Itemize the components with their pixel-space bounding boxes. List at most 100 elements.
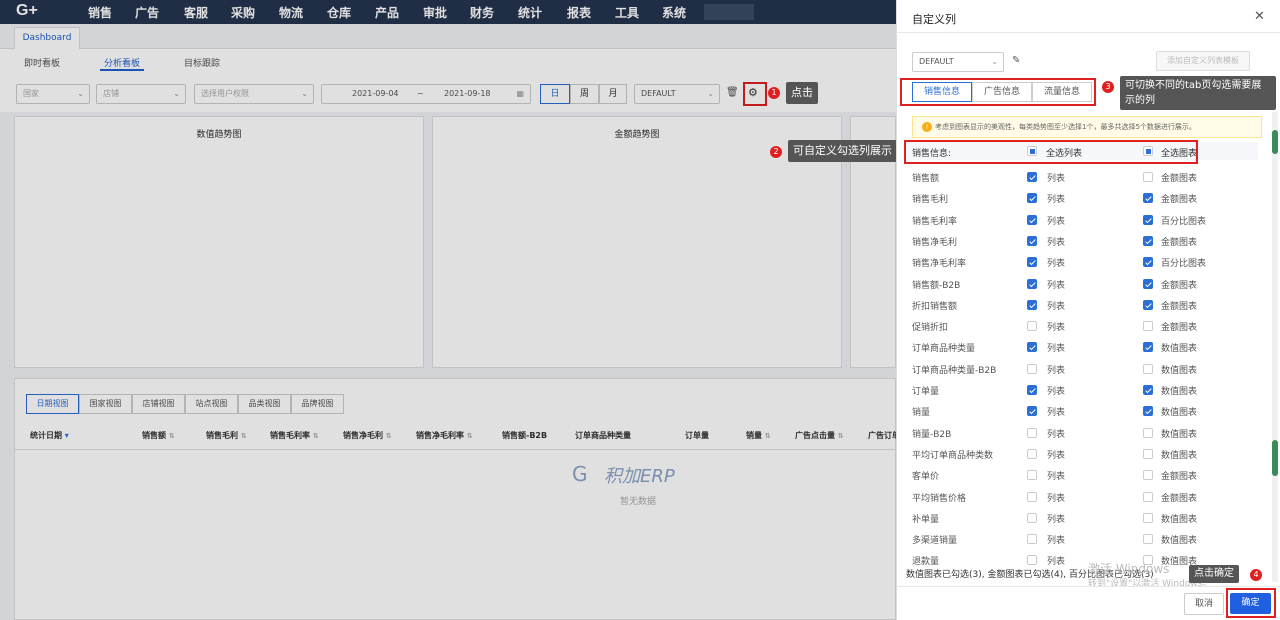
chart-checkbox[interactable] (1143, 491, 1153, 502)
list-label: 列表 (1047, 216, 1066, 227)
cancel-button[interactable]: 取消 (1184, 593, 1224, 615)
drawer-title: 自定义列 (912, 13, 956, 26)
chart-label: 金额图表 (1161, 472, 1198, 483)
list-label: 列表 (1047, 408, 1066, 419)
chart-label: 数值图表 (1161, 387, 1198, 397)
list-checkbox[interactable] (1027, 172, 1037, 182)
chart-checkbox[interactable] (1143, 193, 1153, 204)
list-checkbox[interactable] (1027, 363, 1037, 374)
scrollbar-track[interactable] (1272, 112, 1278, 582)
step-1-badge: 1 (768, 87, 780, 99)
chart-checkbox[interactable] (1143, 406, 1153, 417)
drawer-divider (896, 32, 1280, 33)
chart-checkbox[interactable] (1143, 321, 1153, 332)
list-checkbox[interactable] (1027, 512, 1037, 523)
list-label: 列表 (1047, 429, 1066, 440)
list-label: 列表 (1047, 259, 1066, 270)
notice-text: 考虑到图表显示的美观性，每类趋势图至少选择1个，最多共选择5个数据进行展示。 (935, 123, 1196, 131)
list-checkbox[interactable] (1027, 257, 1037, 268)
chevron-down-icon: ⌄ (991, 57, 998, 66)
chart-checkbox[interactable] (1143, 470, 1153, 481)
column-name-label: 销量-B2B (912, 429, 952, 440)
edit-icon[interactable]: ✎ (1012, 55, 1020, 66)
checklist-header-label: 销售信息: (912, 149, 952, 159)
chart-checkbox[interactable] (1143, 427, 1153, 438)
step-2-badge: 2 (770, 146, 782, 158)
chart-label: 数值图表 (1161, 536, 1198, 547)
footer-divider (896, 586, 1280, 587)
select-all-chart-checkbox[interactable] (1143, 146, 1153, 156)
scrollbar-thumb-secondary[interactable] (1272, 440, 1278, 476)
column-name-label: 多渠道销量 (912, 536, 958, 547)
list-checkbox[interactable] (1027, 427, 1037, 438)
list-checkbox[interactable] (1027, 385, 1037, 395)
column-name-label: 销量 (912, 408, 931, 419)
scrollbar-thumb[interactable] (1272, 130, 1278, 154)
chart-checkbox[interactable] (1143, 512, 1153, 523)
drawer-template-select[interactable]: DEFAULT ⌄ (912, 52, 1004, 72)
list-label: 列表 (1047, 280, 1066, 291)
list-label: 列表 (1047, 472, 1066, 483)
list-label: 列表 (1047, 323, 1066, 334)
chart-label: 数值图表 (1161, 429, 1198, 440)
chart-checkbox[interactable] (1143, 363, 1153, 374)
chart-label: 数值图表 (1161, 344, 1198, 355)
column-name-label: 销售毛利 (912, 195, 949, 206)
list-checkbox[interactable] (1027, 448, 1037, 459)
list-checkbox[interactable] (1027, 491, 1037, 502)
add-template-button[interactable]: 添加自定义列表模板 (1156, 51, 1250, 71)
list-checkbox[interactable] (1027, 534, 1037, 545)
close-icon[interactable]: ✕ (1254, 9, 1265, 24)
step-1-callout: 点击 (786, 82, 818, 104)
list-checkbox[interactable] (1027, 406, 1037, 417)
list-checkbox[interactable] (1027, 470, 1037, 481)
modal-mask[interactable] (0, 0, 896, 620)
step-4-badge: 4 (1250, 569, 1262, 581)
column-name-label: 订单量 (912, 387, 940, 397)
confirm-button[interactable]: 确定 (1230, 593, 1271, 614)
column-name-label: 客单价 (912, 472, 940, 483)
watermark-line1: 激活 Windows (1088, 562, 1170, 576)
chart-checkbox[interactable] (1143, 214, 1153, 225)
select-all-list-checkbox[interactable] (1027, 146, 1037, 156)
chart-label: 百分比图表 (1161, 259, 1207, 270)
chart-label: 百分比图表 (1161, 216, 1207, 227)
list-label: 列表 (1047, 195, 1066, 206)
chart-checkbox[interactable] (1143, 172, 1153, 182)
list-checkbox[interactable] (1027, 299, 1037, 310)
chart-checkbox[interactable] (1143, 385, 1153, 395)
column-name-label: 销售净毛利 (912, 237, 958, 248)
list-label: 列表 (1047, 536, 1066, 547)
notice-bar: 考虑到图表显示的美观性，每类趋势图至少选择1个，最多共选择5个数据进行展示。 (912, 116, 1262, 138)
chart-checkbox[interactable] (1143, 534, 1153, 545)
tab-traffic-info[interactable]: 流量信息 (1032, 82, 1092, 102)
chart-checkbox[interactable] (1143, 257, 1153, 268)
step-3-badge: 3 (1102, 81, 1114, 93)
column-name-label: 平均销售价格 (912, 493, 967, 504)
chart-checkbox[interactable] (1143, 235, 1153, 246)
chart-label: 数值图表 (1161, 450, 1198, 461)
list-checkbox[interactable] (1027, 214, 1037, 225)
list-checkbox[interactable] (1027, 321, 1037, 332)
list-checkbox[interactable] (1027, 235, 1037, 246)
column-name-label: 销售净毛利率 (912, 259, 967, 270)
step-3-callout: 可切换不同的tab页勾选需要展示的列 (1120, 76, 1276, 110)
chart-checkbox[interactable] (1143, 278, 1153, 289)
list-checkbox[interactable] (1027, 555, 1037, 566)
list-label: 列表 (1047, 365, 1066, 376)
tab-ad-info[interactable]: 广告信息 (972, 82, 1032, 102)
drawer-template-value: DEFAULT (919, 57, 954, 66)
step-2-callout: 可自定义勾选列展示 (788, 140, 897, 162)
chart-label: 数值图表 (1161, 514, 1198, 525)
list-checkbox[interactable] (1027, 342, 1037, 353)
list-checkbox[interactable] (1027, 193, 1037, 204)
chart-checkbox[interactable] (1143, 299, 1153, 310)
tab-sales-info[interactable]: 销售信息 (912, 82, 972, 102)
chart-label: 数值图表 (1161, 365, 1198, 376)
list-checkbox[interactable] (1027, 278, 1037, 289)
chart-checkbox[interactable] (1143, 342, 1153, 353)
chart-checkbox[interactable] (1143, 448, 1153, 459)
list-label: 列表 (1047, 557, 1066, 568)
chart-label: 金额图表 (1161, 323, 1198, 334)
column-name-label: 订单商品种类量-B2B (912, 365, 997, 376)
